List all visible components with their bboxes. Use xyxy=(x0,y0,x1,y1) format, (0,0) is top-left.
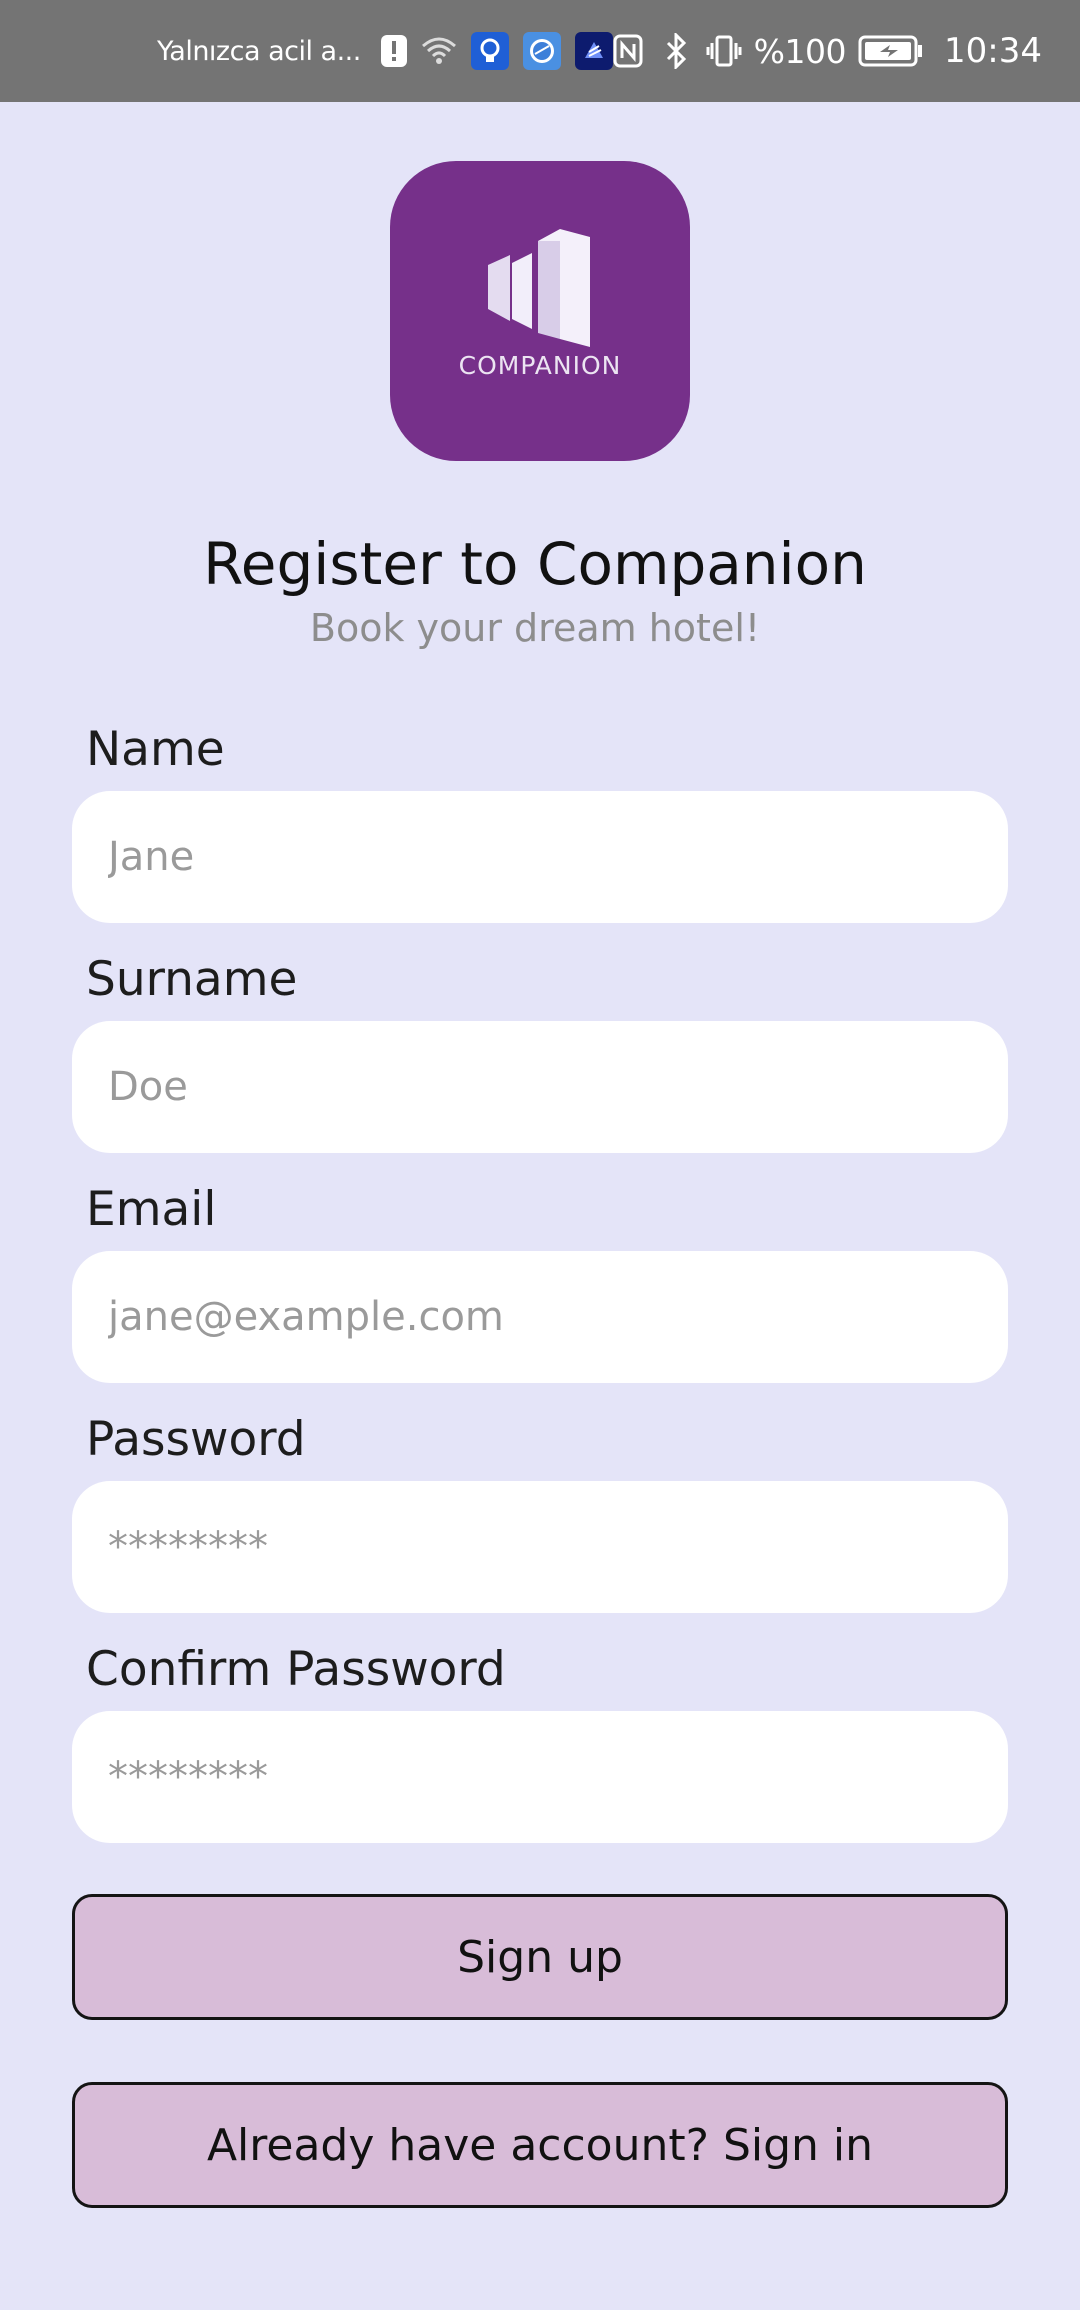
wifi-icon xyxy=(421,33,457,69)
browser-app-icon xyxy=(522,32,561,70)
confirm-password-input[interactable] xyxy=(72,1711,1008,1843)
notification-text: Yalnızca acil a... xyxy=(157,35,361,67)
page-title: Register to Companion xyxy=(203,530,867,598)
bluetooth-icon xyxy=(658,33,694,69)
battery-percentage: %100 xyxy=(753,31,847,71)
password-input[interactable] xyxy=(72,1481,1008,1613)
name-label: Name xyxy=(86,722,225,777)
lightbulb-app-icon xyxy=(470,32,509,70)
status-bar: Yalnızca acil a... %100 10:34 xyxy=(0,0,1080,102)
logo-text: COMPANION xyxy=(458,351,622,380)
battery-icon xyxy=(858,33,924,69)
password-label: Password xyxy=(86,1412,306,1467)
building-logo-icon xyxy=(488,229,590,347)
app-icon xyxy=(574,32,613,70)
surname-input[interactable] xyxy=(72,1021,1008,1153)
name-input[interactable] xyxy=(72,791,1008,923)
nfc-icon xyxy=(610,33,646,69)
email-label: Email xyxy=(86,1182,217,1237)
sign-up-button[interactable]: Sign up xyxy=(72,1894,1008,2020)
surname-label: Surname xyxy=(86,952,298,1007)
sign-in-button[interactable]: Already have account? Sign in xyxy=(72,2082,1008,2208)
email-input[interactable] xyxy=(72,1251,1008,1383)
page-subtitle: Book your dream hotel! xyxy=(309,606,761,650)
alert-icon xyxy=(380,35,407,67)
status-bar-right: %100 10:34 xyxy=(610,0,1042,102)
confirm-password-label: Confirm Password xyxy=(86,1642,506,1697)
clock: 10:34 xyxy=(944,31,1042,71)
status-bar-left: Yalnızca acil a... xyxy=(157,0,613,102)
companion-logo: COMPANION xyxy=(390,161,690,461)
vibrate-icon xyxy=(706,33,742,69)
